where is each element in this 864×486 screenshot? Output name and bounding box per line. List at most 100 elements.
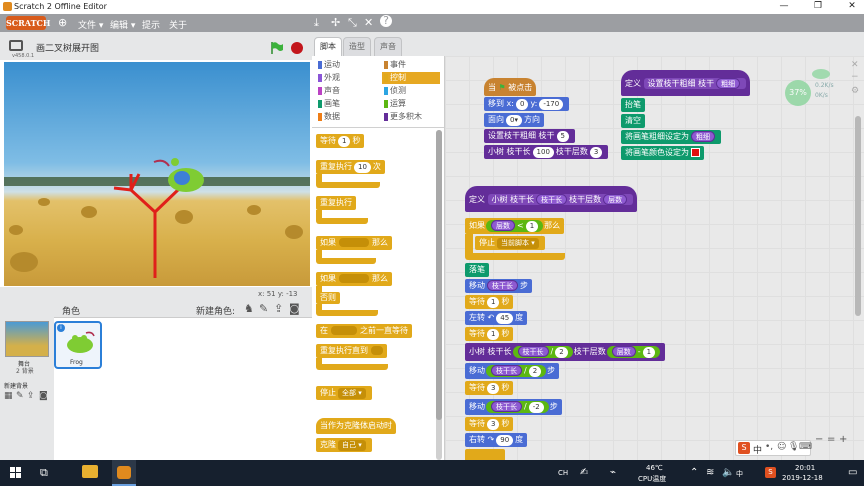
param-length[interactable]: 枝干长 <box>491 365 522 376</box>
param-length[interactable]: 枝干长 <box>487 280 518 291</box>
condition-slot[interactable] <box>371 346 383 355</box>
pen-color-swatch[interactable] <box>691 148 700 157</box>
upload-backdrop-icon[interactable]: ⇪ <box>27 391 35 401</box>
levels-input[interactable]: 3 <box>589 147 603 158</box>
speed-widget[interactable]: 37% <box>785 80 811 106</box>
palette-stop-block[interactable]: 停止 全部 ▾ <box>316 386 372 400</box>
wifi-icon[interactable]: ≋ <box>706 467 714 478</box>
move-block-2[interactable]: 移动 枝干长/2 步 <box>465 363 560 379</box>
wait-input[interactable]: 1 <box>487 297 500 308</box>
divisor-input[interactable]: 2 <box>528 366 542 377</box>
condition-slot[interactable] <box>339 238 369 247</box>
help-icon[interactable]: ? <box>380 15 392 27</box>
windows-start-icon[interactable] <box>10 467 22 479</box>
palette-scrollbar[interactable] <box>436 130 442 420</box>
fullscreen-icon[interactable] <box>9 40 23 51</box>
palette-repeat-until-block[interactable]: 重复执行直到 <box>316 344 387 358</box>
set-pen-color-block[interactable]: 将画笔颜色设定为 <box>621 146 704 160</box>
if-block[interactable]: 如果 层数 <1 那么 <box>465 218 565 234</box>
chevron-up-icon[interactable]: ⌃ <box>690 467 698 478</box>
backdrop-library-icon[interactable]: ▦ <box>4 391 13 401</box>
category-data[interactable]: 数据 <box>316 111 340 123</box>
param-width[interactable]: 粗细 <box>691 131 715 142</box>
camera-icon[interactable]: ◙ <box>289 302 300 315</box>
stop-block[interactable]: 停止 当前脚本 ▾ <box>475 236 545 250</box>
palette-clone-start-hat[interactable]: 当作为克隆体启动时 <box>316 418 396 434</box>
sogou-tray-icon[interactable]: S <box>765 467 776 478</box>
subtract-operator[interactable]: 层数 -1 <box>606 346 661 358</box>
set-pen-size-block[interactable]: 将画笔粗细设定为 粗细 <box>621 130 721 144</box>
compare-input[interactable]: 1 <box>525 221 539 232</box>
script-area-scrollbar[interactable] <box>855 116 861 316</box>
goto-xy-block[interactable]: 移到 x: 0 y: -170 <box>484 97 570 111</box>
palette-forever-block[interactable]: 重复执行 <box>316 196 356 210</box>
clear-block[interactable]: 清空 <box>621 114 645 128</box>
tree-recursive-call-block[interactable]: 小树 枝干长 枝干长/2 枝干层数 层数 -1 <box>465 343 666 361</box>
category-sound[interactable]: 声音 <box>316 85 340 97</box>
palette-wait-until-block[interactable]: 在 之前一直等待 <box>316 324 412 338</box>
turn-right-block[interactable]: 右转 ↷ 90 度 <box>465 433 528 447</box>
palette-repeat-block[interactable]: 重复执行 10 次 <box>316 160 385 174</box>
zoom-out-button[interactable]: − <box>815 434 823 445</box>
condition-slot[interactable] <box>339 274 369 283</box>
length-input[interactable]: 100 <box>532 147 554 158</box>
input-language[interactable]: CH <box>558 469 568 477</box>
wait-input[interactable]: 3 <box>487 419 500 430</box>
tab-costumes[interactable]: 造型 <box>343 37 371 56</box>
repeat-input[interactable]: 10 <box>354 162 371 173</box>
x-input[interactable]: 0 <box>515 99 529 110</box>
angle-input[interactable]: 45 <box>496 313 514 324</box>
duplicate-tool-icon[interactable]: ⤓ <box>314 16 319 30</box>
zoom-in-button[interactable]: + <box>839 434 847 445</box>
angle-input[interactable]: 90 <box>496 435 514 446</box>
width-input[interactable]: 5 <box>556 131 570 142</box>
close-icon[interactable]: ✕ <box>851 60 859 70</box>
param-levels[interactable]: 层数 <box>603 194 628 205</box>
condition-slot[interactable] <box>331 326 357 335</box>
wait-input[interactable]: 1 <box>487 329 500 340</box>
category-pen[interactable]: 画笔 <box>316 98 340 110</box>
palette-clone-block[interactable]: 克隆 自己 ▾ <box>316 438 372 452</box>
category-looks[interactable]: 外观 <box>316 72 340 84</box>
globe-icon[interactable]: ⊕ <box>58 16 67 29</box>
clone-dropdown[interactable]: 自己 ▾ <box>338 440 366 451</box>
grow-tool-icon[interactable]: ⤡ <box>348 16 357 30</box>
shrink-tool-icon[interactable]: ✕ <box>364 16 373 29</box>
upload-sprite-icon[interactable]: ⇪ <box>274 302 283 315</box>
settings-icon[interactable]: ⚙ <box>851 86 859 96</box>
set-branch-width-call-block[interactable]: 设置枝干粗细 枝干 5 <box>484 129 576 143</box>
param-levels[interactable]: 层数 <box>491 220 515 231</box>
volume-icon[interactable]: 🔈 <box>722 467 734 478</box>
punctuation-icon[interactable]: •, <box>765 442 773 452</box>
green-flag-icon[interactable] <box>270 41 284 55</box>
stop-dropdown[interactable]: 全部 ▾ <box>338 388 366 399</box>
move-block-3[interactable]: 移动 枝干长 / -2 步 <box>465 399 562 415</box>
minimize-icon[interactable]: − <box>851 72 859 82</box>
turn-left-block[interactable]: 左转 ↶ 45 度 <box>465 311 528 325</box>
param-length[interactable]: 枝干长 <box>491 401 522 412</box>
tree-call-block[interactable]: 小树 枝干长 100 枝干层数 3 <box>484 145 609 159</box>
notification-icon[interactable]: ▭ <box>848 467 857 478</box>
less-than-operator[interactable]: 层数 <1 <box>486 220 544 232</box>
wait-block-3[interactable]: 等待 3 秒 <box>465 381 514 395</box>
maximize-button[interactable]: ❐ <box>808 1 828 11</box>
pen-up-block[interactable]: 抬笔 <box>621 98 645 112</box>
param-width[interactable]: 粗细 <box>716 78 741 89</box>
camera-backdrop-icon[interactable]: ◙ <box>39 391 48 401</box>
when-flag-clicked-block[interactable]: 当 ⚑ 被点击 <box>484 78 537 96</box>
network-icon[interactable]: ⌁ <box>610 467 616 478</box>
define-tree-block[interactable]: 定义 小树 枝干长 枝干长 枝干层数 层数 <box>465 186 638 212</box>
palette-wait-block[interactable]: 等待 1 秒 <box>316 134 365 148</box>
category-sensing[interactable]: 侦测 <box>382 85 406 97</box>
clock-time[interactable]: 20:01 <box>795 464 815 472</box>
direction-input[interactable]: 0▾ <box>506 115 522 126</box>
palette-if-else-block[interactable]: 如果 那么 <box>316 272 392 286</box>
divide-operator[interactable]: 枝干长 / -2 <box>486 401 549 413</box>
menu-about[interactable]: 关于 <box>169 18 187 31</box>
mic-icon[interactable]: 🎙 <box>788 442 799 452</box>
point-direction-block[interactable]: 面向 0▾ 方向 <box>484 113 544 127</box>
category-operators[interactable]: 运算 <box>382 98 406 110</box>
define-set-width-block[interactable]: 定义 设置枝干粗细 枝干 粗细 <box>621 70 751 96</box>
divide-operator[interactable]: 枝干长/2 <box>486 365 547 377</box>
wait-block-1[interactable]: 等待 1 秒 <box>465 295 514 309</box>
